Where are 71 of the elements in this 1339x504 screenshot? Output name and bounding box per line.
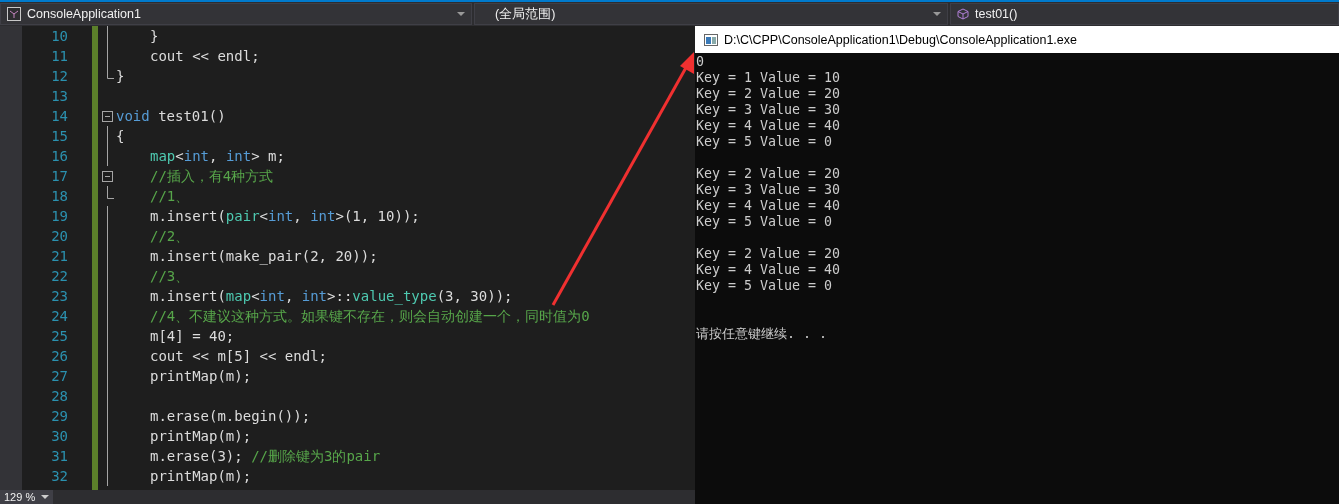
code-line: void test01() — [116, 107, 226, 126]
project-icon — [7, 7, 21, 21]
line-number: 17 — [50, 167, 68, 186]
line-number: 27 — [50, 367, 68, 386]
console-output-line: Key = 4 Value = 40 — [696, 118, 842, 134]
scope-dropdown[interactable]: (全局范围) — [474, 3, 948, 25]
console-app-icon — [704, 33, 718, 46]
line-number: 26 — [50, 347, 68, 366]
zoom-dropdown[interactable]: 129 % — [0, 490, 54, 504]
code-line: //4、不建议这种方式。如果键不存在，则会自动创建一个，同时值为0 — [150, 307, 590, 326]
code-line: m[4] = 40; — [150, 327, 235, 346]
console-output-line: Key = 5 Value = 0 — [696, 278, 834, 294]
caret-icon — [41, 495, 50, 499]
line-number: 18 — [50, 187, 68, 206]
line-number: 29 — [50, 407, 68, 426]
console-output-line: Key = 2 Value = 20 — [696, 246, 842, 262]
code-line: printMap(m); — [150, 367, 252, 386]
line-number: 15 — [50, 127, 68, 146]
code-line: cout << m[5] << endl; — [150, 347, 327, 366]
collapse-icon[interactable] — [102, 111, 113, 122]
line-number: 21 — [50, 247, 68, 266]
console-output-line: Key = 4 Value = 40 — [696, 262, 842, 278]
member-dropdown[interactable]: test01() — [950, 3, 1339, 25]
line-number: 23 — [50, 287, 68, 306]
code-line: //2、 — [150, 227, 190, 246]
line-number: 24 — [50, 307, 68, 326]
code-line: { — [116, 127, 125, 146]
console-prompt: 请按任意键继续. . . — [696, 326, 829, 342]
line-number: 30 — [50, 427, 68, 446]
line-number: 19 — [50, 207, 68, 226]
console-output-line: Key = 3 Value = 30 — [696, 102, 842, 118]
console-output-line: Key = 2 Value = 20 — [696, 86, 842, 102]
cube-icon — [957, 8, 969, 20]
line-number: 20 — [50, 227, 68, 246]
line-number: 14 — [50, 107, 68, 126]
line-number: 16 — [50, 147, 68, 166]
console-output-line: Key = 5 Value = 0 — [696, 214, 834, 230]
code-line: } — [150, 27, 159, 46]
code-line: cout << endl; — [150, 47, 260, 66]
line-number: 31 — [50, 447, 68, 466]
code-line: printMap(m); — [150, 427, 252, 446]
caret-icon — [933, 12, 941, 16]
console-output-line: 0 — [696, 54, 705, 70]
console-output-line: Key = 3 Value = 30 — [696, 182, 842, 198]
code-line: } — [116, 67, 125, 86]
console-output-line: Key = 4 Value = 40 — [696, 198, 842, 214]
code-line: m.insert(map<int, int>::value_type(3, 30)); — [150, 287, 513, 306]
console-output-line: Key = 2 Value = 20 — [696, 166, 842, 182]
caret-icon — [457, 12, 465, 16]
console-output-line: Key = 5 Value = 0 — [696, 134, 834, 150]
project-dropdown[interactable]: ConsoleApplication1 — [0, 3, 472, 25]
line-number: 25 — [50, 327, 68, 346]
line-number: 11 — [50, 47, 68, 66]
console-title-bar: D:\C\CPP\ConsoleApplication1\Debug\ConsoleApplication1.exe — [695, 26, 1339, 53]
line-number: 13 — [50, 87, 68, 106]
code-line: map<int, int> m; — [150, 147, 285, 166]
line-number: 22 — [50, 267, 68, 286]
code-line: //插入，有4种方式 — [150, 167, 274, 186]
code-line: //1、 — [150, 187, 190, 206]
code-line: m.erase(m.begin()); — [150, 407, 311, 426]
code-line: m.insert(make_pair(2, 20)); — [150, 247, 378, 266]
code-line: //3、 — [150, 267, 190, 286]
code-line: m.erase(3); //删除键为3的pair — [150, 447, 381, 466]
line-number: 28 — [50, 387, 68, 406]
collapse-icon[interactable] — [102, 171, 113, 182]
code-line: printMap(m); — [150, 467, 252, 486]
line-number: 10 — [50, 27, 68, 46]
console-output-line: Key = 1 Value = 10 — [696, 70, 842, 86]
code-line: m.insert(pair<int, int>(1, 10)); — [150, 207, 420, 226]
line-number: 32 — [50, 467, 68, 486]
line-number: 12 — [50, 67, 68, 86]
